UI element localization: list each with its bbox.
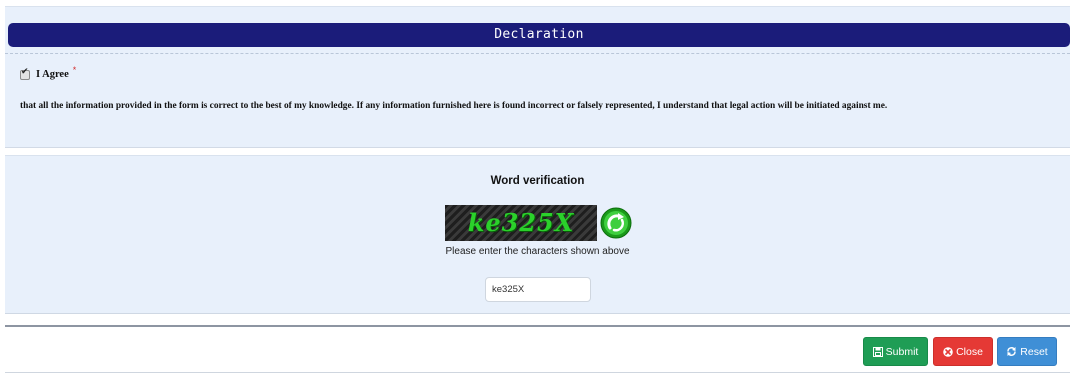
- reset-label: Reset: [1020, 345, 1048, 358]
- close-circle-icon: [943, 346, 953, 357]
- close-button[interactable]: Close: [933, 337, 993, 366]
- captcha-image: ke325X: [445, 205, 597, 241]
- captcha-text: ke325X: [467, 208, 575, 237]
- captcha-input[interactable]: [485, 277, 591, 302]
- declaration-header: Declaration: [8, 23, 1070, 47]
- close-label: Close: [956, 345, 983, 358]
- agree-row: ✔ I Agree *: [20, 65, 76, 80]
- word-verification-panel: Word verification ke325X Please enter th…: [5, 155, 1070, 314]
- agree-label[interactable]: I Agree: [36, 69, 69, 80]
- verification-hint: Please enter the characters shown above: [445, 246, 630, 257]
- declaration-divider: [5, 53, 1070, 54]
- agree-checkbox[interactable]: ✔: [20, 66, 30, 80]
- refresh-icon: [1007, 347, 1016, 356]
- check-icon: ✔: [21, 66, 29, 77]
- reset-button[interactable]: Reset: [997, 337, 1057, 366]
- verification-title: Word verification: [490, 175, 585, 187]
- submit-button[interactable]: Submit: [863, 337, 928, 366]
- bottom-divider: [5, 372, 1070, 373]
- required-mark: *: [72, 64, 77, 75]
- save-icon: [872, 346, 883, 357]
- submit-label: Submit: [885, 345, 919, 358]
- footer-divider: [5, 325, 1070, 327]
- declaration-panel: Declaration ✔ I Agree * that all the inf…: [5, 6, 1070, 148]
- declaration-text: that all the information provided in the…: [20, 101, 888, 111]
- refresh-icon[interactable]: [600, 207, 632, 239]
